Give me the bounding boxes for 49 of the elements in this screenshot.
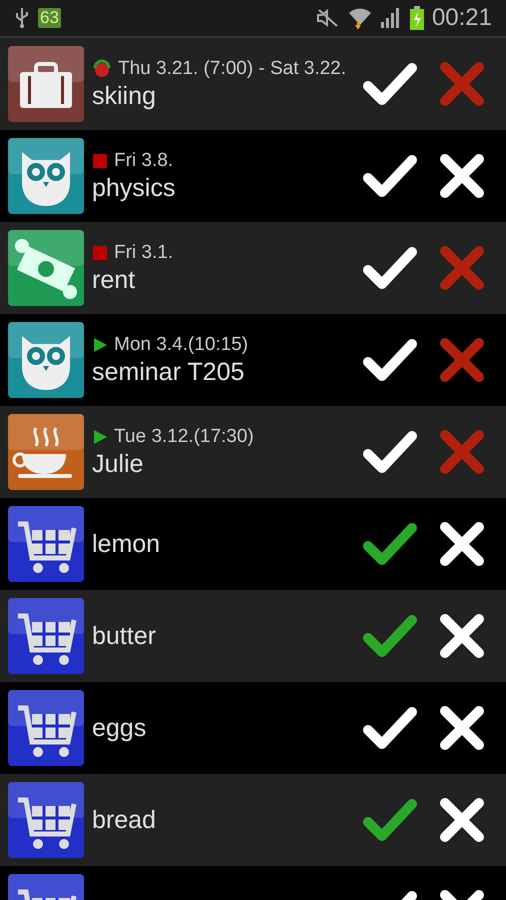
due-date: Fri 3.1. [114,242,174,264]
task-title: butter [92,622,157,650]
suitcase-icon[interactable] [8,46,84,122]
check-button[interactable] [362,796,418,844]
sync-icon [92,58,112,78]
check-button[interactable] [362,428,418,476]
task-title: rent [92,266,136,294]
check-button[interactable] [362,520,418,568]
close-button[interactable] [438,152,486,200]
check-button[interactable] [362,336,418,384]
owl-icon[interactable] [8,138,84,214]
play-icon [92,336,108,352]
signal-icon [380,8,402,28]
check-button[interactable] [362,704,418,752]
task-title: skiing [92,82,157,110]
task-title: lemon [92,530,162,558]
square-icon [92,152,108,168]
shopping-cart-icon[interactable] [8,690,84,766]
shopping-cart-icon[interactable] [8,598,84,674]
task-title: bread [92,806,157,834]
shopping-cart-icon[interactable] [8,782,84,858]
wifi-icon [348,7,372,29]
square-icon [92,244,108,260]
shopping-cart-icon[interactable] [8,506,84,582]
check-button[interactable] [362,60,418,108]
close-button[interactable] [438,612,486,660]
close-button[interactable] [438,704,486,752]
task-title: physics [92,174,176,202]
clock-time: 00:21 [432,4,492,32]
battery-charging-icon [410,6,424,30]
banknote-icon[interactable] [8,230,84,306]
due-date: Fri 3.8. [114,150,174,172]
check-button[interactable] [362,612,418,660]
play-icon [92,428,108,444]
close-button[interactable] [438,520,486,568]
task-title: eggs [92,714,148,742]
task-title: seminar T205 [92,358,246,386]
due-date: Thu 3.21. (7:00) - Sat 3.22. [118,58,346,80]
coffee-cup-icon[interactable] [8,414,84,490]
task-title: Julie [92,450,144,478]
usb-icon [14,7,30,29]
close-button[interactable] [438,796,486,844]
mute-icon [316,9,340,27]
check-button[interactable] [362,244,418,292]
check-button[interactable] [362,152,418,200]
due-date: Tue 3.12.(17:30) [114,426,254,448]
due-date: Mon 3.4.(10:15) [114,334,248,356]
battery-level-badge: 63 [38,8,61,28]
owl-icon[interactable] [8,322,84,398]
